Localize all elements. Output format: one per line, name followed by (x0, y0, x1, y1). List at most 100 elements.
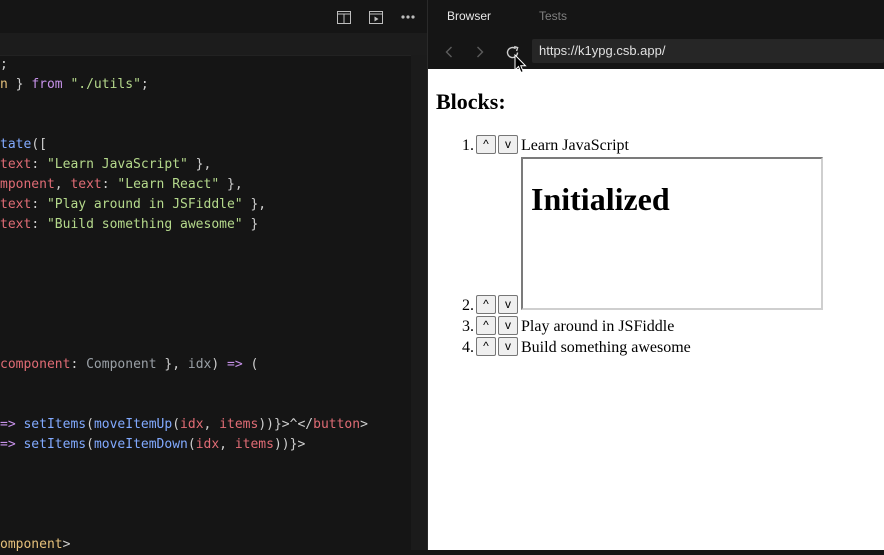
move-down-button[interactable]: v (498, 316, 518, 335)
split-view-icon[interactable] (334, 7, 354, 27)
code-token: idx (195, 437, 220, 452)
code-token: "./utils" (70, 77, 141, 92)
code-token: : (31, 217, 47, 232)
code-token: items (234, 437, 274, 452)
code-token: ( (86, 417, 94, 432)
item-text: Play around in JSFiddle (521, 318, 675, 335)
code-token: ))}> (273, 437, 306, 452)
code-token: : (31, 197, 47, 212)
move-up-button[interactable]: ^ (476, 295, 496, 314)
code-token: ( (86, 437, 94, 452)
tab-browser[interactable]: Browser (447, 9, 491, 23)
code-token: ; (140, 77, 149, 92)
tab-tests[interactable]: Tests (539, 9, 567, 23)
rendered-page: Blocks: 1. ^ v Learn JavaScript Initiali… (428, 69, 884, 550)
code-token: "Play around in JSFiddle" (46, 197, 243, 212)
list-item: 2. ^ v (428, 295, 884, 317)
code-line: ; (0, 55, 8, 75)
list-number: 1. (462, 137, 474, 154)
code-line: text: "Build something awesome" } (0, 215, 258, 235)
browser-navbar: https://k1ypg.csb.app/ (428, 34, 884, 69)
code-token: button (313, 417, 361, 432)
code-token: text (0, 197, 32, 212)
code-token: text (0, 217, 32, 232)
code-token: Component (86, 357, 157, 372)
code-token: "Learn JavaScript" (46, 157, 188, 172)
move-up-button[interactable]: ^ (476, 316, 496, 335)
code-token: text (70, 177, 102, 192)
code-line: text: "Play around in JSFiddle" }, (0, 195, 266, 215)
code-token: ( (187, 437, 196, 452)
code-line: omponent> (0, 535, 70, 555)
code-token: n (0, 77, 8, 92)
embedded-iframe: Initialized (521, 157, 823, 310)
code-token: tate (0, 137, 32, 152)
list-item: 4. ^ v Build something awesome (428, 337, 884, 359)
code-editor-panel: ; n } from "./utils"; tate([text: "Learn J… (0, 0, 427, 552)
editor-tab-bar (0, 33, 427, 56)
code-token: setItems (23, 437, 87, 452)
preview-panel: Browser Tests https://k1ypg.csb.app/ Blo… (427, 0, 884, 550)
preview-window-icon[interactable] (366, 7, 386, 27)
code-token: ( (172, 417, 181, 432)
code-token: : (31, 157, 47, 172)
code-token: > (360, 417, 368, 432)
code-token: ))}>^</ (258, 417, 314, 432)
code-token: "Learn React" (117, 177, 220, 192)
code-token: ; (0, 57, 8, 72)
code-token: ) (211, 357, 228, 372)
code-line: => setItems(moveItemDown(idx, items))}> (0, 435, 305, 455)
move-up-button[interactable]: ^ (476, 135, 496, 154)
move-down-button[interactable]: v (498, 135, 518, 154)
code-token: ( (242, 357, 259, 372)
item-text: Build something awesome (521, 339, 691, 356)
code-token: , (203, 417, 220, 432)
code-token: => (0, 437, 16, 452)
code-line: tate([ (0, 135, 47, 155)
list-number: 4. (462, 339, 474, 356)
code-token: setItems (23, 417, 87, 432)
code-line: n } from "./utils"; (0, 75, 149, 95)
forward-button[interactable] (471, 43, 489, 61)
iframe-heading: Initialized (531, 181, 670, 217)
code-token: idx (187, 357, 212, 372)
code-token: : (70, 357, 87, 372)
editor-scrollbar[interactable] (411, 55, 427, 550)
code-line: component: Component }, idx) => ( (0, 355, 258, 375)
code-token: , (54, 177, 71, 192)
code-token: idx (180, 417, 204, 432)
url-bar[interactable]: https://k1ypg.csb.app/ (532, 39, 884, 63)
code-token: } (242, 217, 259, 232)
code-area[interactable]: ; n } from "./utils"; tate([text: "Learn J… (0, 55, 411, 552)
code-token: moveItemDown (93, 437, 188, 452)
code-token: from (31, 77, 63, 92)
mouse-cursor-icon (514, 54, 527, 74)
code-token: mponent (0, 177, 55, 192)
item-text: Learn JavaScript (521, 137, 629, 154)
move-down-button[interactable]: v (498, 295, 518, 314)
more-icon[interactable] (398, 7, 418, 27)
back-button[interactable] (440, 43, 458, 61)
code-token: , (219, 437, 235, 452)
move-down-button[interactable]: v (498, 337, 518, 356)
code-token: text (0, 157, 32, 172)
code-token: moveItemUp (93, 417, 173, 432)
preview-tabs: Browser Tests (428, 0, 884, 34)
editor-toolbar (0, 0, 427, 33)
list-number: 2. (462, 297, 474, 314)
code-token: : (101, 177, 118, 192)
code-token: }, (156, 357, 188, 372)
code-line: text: "Learn JavaScript" }, (0, 155, 211, 175)
list-number: 3. (462, 318, 474, 335)
code-token: ([ (31, 137, 47, 152)
list-item: 3. ^ v Play around in JSFiddle (428, 316, 884, 338)
code-token: "Build something awesome" (46, 217, 243, 232)
code-token: }, (219, 177, 243, 192)
code-token: => (0, 417, 16, 432)
code-token: component (0, 357, 71, 372)
code-token: }, (242, 197, 267, 212)
page-heading: Blocks: (436, 89, 506, 114)
code-token: } (7, 77, 32, 92)
move-up-button[interactable]: ^ (476, 337, 496, 356)
code-token: => (227, 357, 243, 372)
